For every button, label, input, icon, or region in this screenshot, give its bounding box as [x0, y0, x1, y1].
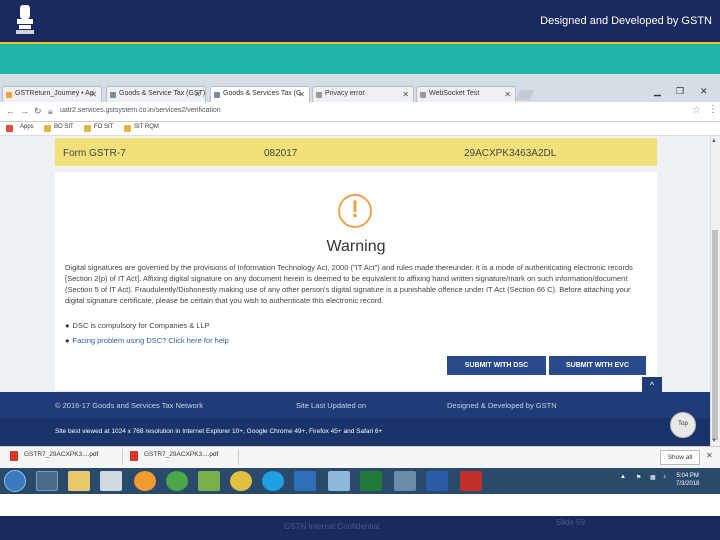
- footer-designed-by: Designed & Developed by GSTN: [447, 401, 557, 410]
- bookmark-bo-sit[interactable]: BO SIT: [54, 124, 74, 130]
- info-icon: ●: [65, 336, 70, 345]
- tab-close-icon[interactable]: ✕: [90, 90, 97, 99]
- warning-title: Warning: [326, 238, 386, 255]
- pdf-icon: [10, 451, 18, 461]
- download-separator: [238, 449, 239, 465]
- project-icon[interactable]: [198, 471, 220, 491]
- download-bar-close-icon[interactable]: ✕: [706, 451, 713, 460]
- tab-favicon-icon: [110, 92, 116, 98]
- browser-tab[interactable]: GSTReturn_Journey • Ap ✕: [2, 86, 102, 102]
- back-icon[interactable]: ←: [6, 106, 15, 116]
- remote-desktop-icon[interactable]: [328, 471, 350, 491]
- slide-number: Slide 59: [556, 518, 585, 527]
- browser-tab[interactable]: WebSocket Test ✕: [416, 86, 516, 102]
- form-header-strip: [55, 138, 657, 166]
- reload-icon[interactable]: ↻: [34, 106, 42, 117]
- tray-volume-icon[interactable]: ♪: [663, 474, 666, 480]
- browser-menu-icon[interactable]: ⋮: [708, 104, 718, 115]
- browser-tab-active[interactable]: Goods & Services Tax (G ✕: [210, 86, 310, 102]
- tab-close-icon[interactable]: ✕: [194, 90, 201, 99]
- minimize-icon[interactable]: ▁: [654, 86, 661, 97]
- snipping-tool-icon[interactable]: [36, 471, 58, 491]
- back-to-top-button[interactable]: Top: [670, 412, 696, 438]
- tab-favicon-icon: [6, 92, 12, 98]
- tab-favicon-icon: [214, 92, 220, 98]
- browser-tab[interactable]: Privacy error ✕: [312, 86, 414, 102]
- taskbar-clock[interactable]: 5:04 PM 7/3/2018: [676, 472, 699, 488]
- dsc-help-link[interactable]: ● Facing problem using DSC? Click here fo…: [65, 336, 229, 345]
- file-explorer-icon[interactable]: [68, 471, 90, 491]
- slide-footer-label: GSTN Internal Confidential: [284, 522, 380, 531]
- tab-favicon-icon: [420, 92, 426, 98]
- bookmark-apps[interactable]: Apps: [20, 124, 34, 130]
- scroll-down-icon[interactable]: ▼: [711, 438, 717, 444]
- acrobat-icon[interactable]: [460, 471, 482, 491]
- best-viewed-note: Site best viewed at 1024 x 768 resolutio…: [55, 428, 383, 435]
- scroll-up-icon[interactable]: ▲: [711, 138, 717, 144]
- maximize-icon[interactable]: ❐: [676, 86, 684, 97]
- outlook-icon[interactable]: [294, 471, 316, 491]
- window-close-icon[interactable]: ✕: [700, 86, 708, 97]
- footer-copyright: © 2016-17 Goods and Services Tax Network: [55, 401, 203, 410]
- media-player-icon[interactable]: [134, 471, 156, 491]
- forward-icon[interactable]: →: [20, 106, 29, 116]
- chevron-up-icon[interactable]: ^: [642, 377, 662, 393]
- gstin: 29ACXPK3463A2DL: [464, 148, 557, 159]
- tray-network-icon[interactable]: ▦: [650, 474, 656, 481]
- word-icon[interactable]: [426, 471, 448, 491]
- tab-favicon-icon: [316, 92, 322, 98]
- emblem-icon: [16, 5, 34, 34]
- show-all-button[interactable]: Show all: [660, 450, 700, 465]
- url-field[interactable]: uatr2.services.gstsystem.co.in/services2…: [60, 107, 221, 114]
- apps-icon: [6, 125, 13, 132]
- excel-icon[interactable]: [360, 471, 382, 491]
- download-item[interactable]: GSTR7_29ACXPK3....pdf: [24, 451, 98, 458]
- tab-close-icon[interactable]: ✕: [504, 90, 511, 99]
- footer-last-updated: Site Last Updated on: [296, 401, 367, 410]
- download-item[interactable]: GSTR7_29ACXPK3....pdf: [144, 451, 218, 458]
- network-icon[interactable]: [394, 471, 416, 491]
- sync-icon[interactable]: [166, 471, 188, 491]
- scrollbar-thumb[interactable]: [712, 230, 718, 440]
- pdf-icon: [130, 451, 138, 461]
- start-button[interactable]: [4, 470, 26, 492]
- skype-icon[interactable]: [262, 471, 284, 491]
- info-icon: ●: [65, 321, 70, 330]
- tab-close-icon[interactable]: ✕: [402, 90, 409, 99]
- return-period: 082017: [264, 148, 298, 159]
- bookmark-star-icon[interactable]: ☆: [692, 105, 701, 116]
- bookmark-sit-rqm[interactable]: SIT RQM: [134, 124, 159, 130]
- download-bar: [0, 446, 720, 468]
- form-name: Form GSTR-7: [63, 148, 126, 159]
- folder-icon: [124, 125, 131, 132]
- lock-icon: 🔒︎: [48, 106, 53, 116]
- download-separator: [122, 449, 123, 465]
- notepad-icon[interactable]: [100, 471, 122, 491]
- submit-with-evc-button[interactable]: SUBMIT WITH EVC: [549, 356, 646, 375]
- folder-icon: [84, 125, 91, 132]
- slide-credit: Designed and Developed by GSTN: [540, 15, 712, 27]
- tab-close-icon[interactable]: ✕: [298, 90, 305, 99]
- folder-icon: [44, 125, 51, 132]
- tray-flag-icon[interactable]: ⚑: [636, 474, 641, 481]
- slide-accent-band: [0, 42, 720, 74]
- bookmark-fo-sit[interactable]: FO SIT: [94, 124, 113, 130]
- dsc-note: ● DSC is compulsory for Companies & LLP: [65, 321, 210, 330]
- browser-tab[interactable]: Goods & Service Tax (GST) ✕: [106, 86, 206, 102]
- exclamation-icon: !: [351, 196, 359, 223]
- warning-text: Digital signatures are governed by the p…: [65, 263, 633, 305]
- chrome-icon[interactable]: [230, 471, 252, 491]
- submit-with-dsc-button[interactable]: SUBMIT WITH DSC: [447, 356, 546, 375]
- tray-expand-icon[interactable]: ▲: [620, 474, 626, 480]
